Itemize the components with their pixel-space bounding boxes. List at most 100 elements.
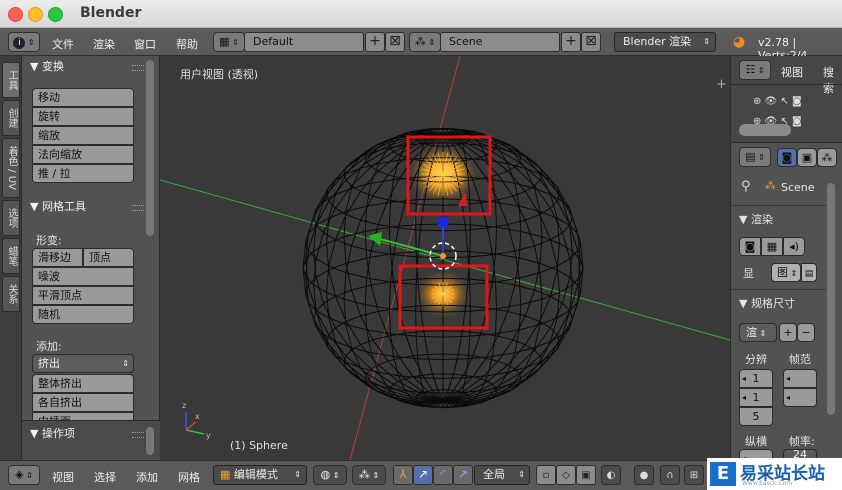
outliner-view-menu[interactable]: 视图: [781, 64, 803, 80]
vertex-select-mode-button[interactable]: ▫: [536, 465, 556, 485]
grip-icon[interactable]: [132, 432, 144, 438]
snap-toggle-button[interactable]: ∩: [660, 465, 680, 485]
transform-panel-header[interactable]: ▼ 变换: [22, 56, 152, 78]
frame-end-field[interactable]: ◂: [783, 388, 817, 407]
outliner-row-icons-1[interactable]: ⊕ 👁 ↖ ◙: [753, 96, 802, 107]
remove-preset-button[interactable]: −: [797, 323, 815, 342]
pin-icon[interactable]: ⚲: [741, 179, 751, 194]
move-button[interactable]: 移动: [32, 88, 134, 107]
add-preset-button[interactable]: +: [779, 323, 797, 342]
manipulator-z-handle[interactable]: [438, 217, 448, 227]
tab-tools[interactable]: 工具: [2, 62, 20, 98]
operator-panel-header[interactable]: ▼ 操作项: [22, 423, 152, 445]
render-context-tab[interactable]: ◙: [777, 148, 797, 167]
interaction-mode-value: 编辑模式: [233, 468, 278, 481]
tab-create[interactable]: 创建: [2, 100, 20, 136]
snap-element-button[interactable]: ⊞: [684, 465, 704, 485]
menu-add[interactable]: 添加: [136, 469, 158, 485]
render-image-button[interactable]: ◙: [739, 237, 761, 256]
vertex-slide-button[interactable]: 顶点: [83, 248, 134, 267]
edge-select-mode-button[interactable]: ◇: [556, 465, 576, 485]
add-layout-button[interactable]: +: [365, 32, 385, 52]
window-maximize-button[interactable]: [48, 7, 63, 22]
edge-mode-icon: ◇: [562, 470, 570, 481]
chevron-updown-icon: ⇕: [788, 269, 798, 278]
render-layers-tab[interactable]: ▣: [797, 148, 817, 167]
chevron-updown-icon: ⇕: [25, 38, 35, 47]
noise-button[interactable]: 噪波: [32, 267, 134, 286]
extrude-individual-button[interactable]: 各自挤出: [32, 393, 134, 412]
resolution-x-field[interactable]: ◂ 1: [739, 369, 773, 388]
randomize-button[interactable]: 随机: [32, 305, 134, 324]
render-preset-select[interactable]: 渲 ⇕: [739, 323, 777, 342]
menu-view[interactable]: 视图: [52, 469, 74, 485]
manipulator-toggle-button[interactable]: ⅄: [393, 465, 413, 485]
resolution-percent-field[interactable]: 5: [739, 407, 773, 426]
scene-name-field[interactable]: Scene: [440, 32, 560, 52]
mesh-tools-panel-header[interactable]: ▼ 网格工具: [22, 196, 152, 218]
outliner-scrollbar[interactable]: [739, 124, 791, 136]
remove-layout-button[interactable]: ⊠: [385, 32, 405, 52]
tab-relations[interactable]: 关系: [2, 276, 20, 312]
tab-options[interactable]: 选项: [2, 200, 20, 236]
scene-tab[interactable]: ⁂: [817, 148, 837, 167]
outliner-editor-type-button[interactable]: ☷ ⇕: [739, 60, 771, 80]
render-audio-button[interactable]: ◂): [783, 237, 805, 256]
grip-icon[interactable]: [132, 205, 144, 211]
interaction-mode-select[interactable]: ▦ 编辑模式 ⇕: [213, 465, 307, 485]
extrude-region-button[interactable]: 整体挤出: [32, 374, 134, 393]
render-engine-select[interactable]: Blender 渲染 ⇕: [614, 32, 716, 52]
viewport-shading-select[interactable]: ◍ ⇕: [313, 465, 347, 485]
dimensions-panel-header[interactable]: ▼ 规格尺寸: [739, 295, 795, 311]
editor-type-info-button[interactable]: i ⇕: [8, 32, 40, 52]
layout-name-field[interactable]: Default: [244, 32, 364, 52]
rotate-button[interactable]: 旋转: [32, 107, 134, 126]
menu-file[interactable]: 文件: [52, 36, 74, 52]
inset-faces-button[interactable]: 内插面: [32, 412, 134, 420]
translate-manipulator-button[interactable]: ↗: [413, 465, 433, 485]
operator-scrollbar[interactable]: [146, 427, 154, 455]
menu-help[interactable]: 帮助: [176, 36, 198, 52]
scale-button[interactable]: 缩放: [32, 126, 134, 145]
shrink-fatten-button[interactable]: 法向缩放: [32, 145, 134, 164]
display-mode-select[interactable]: 图 ⇕: [771, 263, 801, 282]
viewport-editor-type-button[interactable]: ◈ ⇕: [8, 465, 40, 485]
edge-slide-button[interactable]: 滑移边: [32, 248, 83, 267]
limit-selection-button[interactable]: ◐: [601, 465, 621, 485]
transform-orientation-select[interactable]: 全局 ⇕: [474, 465, 530, 485]
menu-mesh[interactable]: 网格: [178, 469, 200, 485]
remove-scene-button[interactable]: ⊠: [581, 32, 601, 52]
rotate-manipulator-button[interactable]: ◜: [433, 465, 453, 485]
menu-window[interactable]: 窗口: [134, 36, 156, 52]
pivot-point-select[interactable]: ⁂ ⇕: [352, 465, 386, 485]
grip-icon[interactable]: [132, 65, 144, 71]
frame-start-field[interactable]: ◂: [783, 369, 817, 388]
window-close-button[interactable]: [8, 7, 23, 22]
mini-axis-z-label: z: [182, 401, 186, 410]
proportional-edit-button[interactable]: ●: [634, 465, 654, 485]
lock-interface-button[interactable]: ▤: [801, 263, 817, 282]
face-select-mode-button[interactable]: ▣: [576, 465, 596, 485]
toolshelf-scrollbar[interactable]: [146, 60, 154, 236]
scene-browse-button[interactable]: ⁂ ⇕: [409, 32, 441, 52]
smooth-vertex-button[interactable]: 平滑顶点: [32, 286, 134, 305]
extrude-select[interactable]: 挤出 ⇕: [32, 354, 134, 373]
tab-shading-uv[interactable]: 着色 / UV: [2, 138, 20, 198]
properties-scrollbar[interactable]: [827, 183, 835, 415]
menu-select[interactable]: 选择: [94, 469, 116, 485]
resolution-y-field[interactable]: ◂ 1: [739, 388, 773, 407]
render-panel-header[interactable]: ▼ 渲染: [739, 211, 773, 227]
add-scene-button[interactable]: +: [561, 32, 581, 52]
screen-layout-button[interactable]: ▦ ⇕: [213, 32, 245, 52]
viewport-canvas[interactable]: z y x +: [160, 56, 730, 460]
render-animation-button[interactable]: ▦: [761, 237, 783, 256]
tab-grease-pencil[interactable]: 蜡笔: [2, 238, 20, 274]
push-pull-button[interactable]: 推 / 拉: [32, 164, 134, 183]
region-expand-icon[interactable]: +: [716, 77, 727, 92]
3d-viewport[interactable]: z y x + 用户视图 (透视) (1) Sphere: [160, 56, 730, 460]
outliner-search-menu[interactable]: 搜索: [823, 64, 842, 96]
window-minimize-button[interactable]: [28, 7, 43, 22]
properties-editor-type-button[interactable]: ▤ ⇕: [739, 147, 771, 167]
scale-manipulator-button[interactable]: ↗: [453, 465, 473, 485]
menu-render[interactable]: 渲染: [93, 36, 115, 52]
